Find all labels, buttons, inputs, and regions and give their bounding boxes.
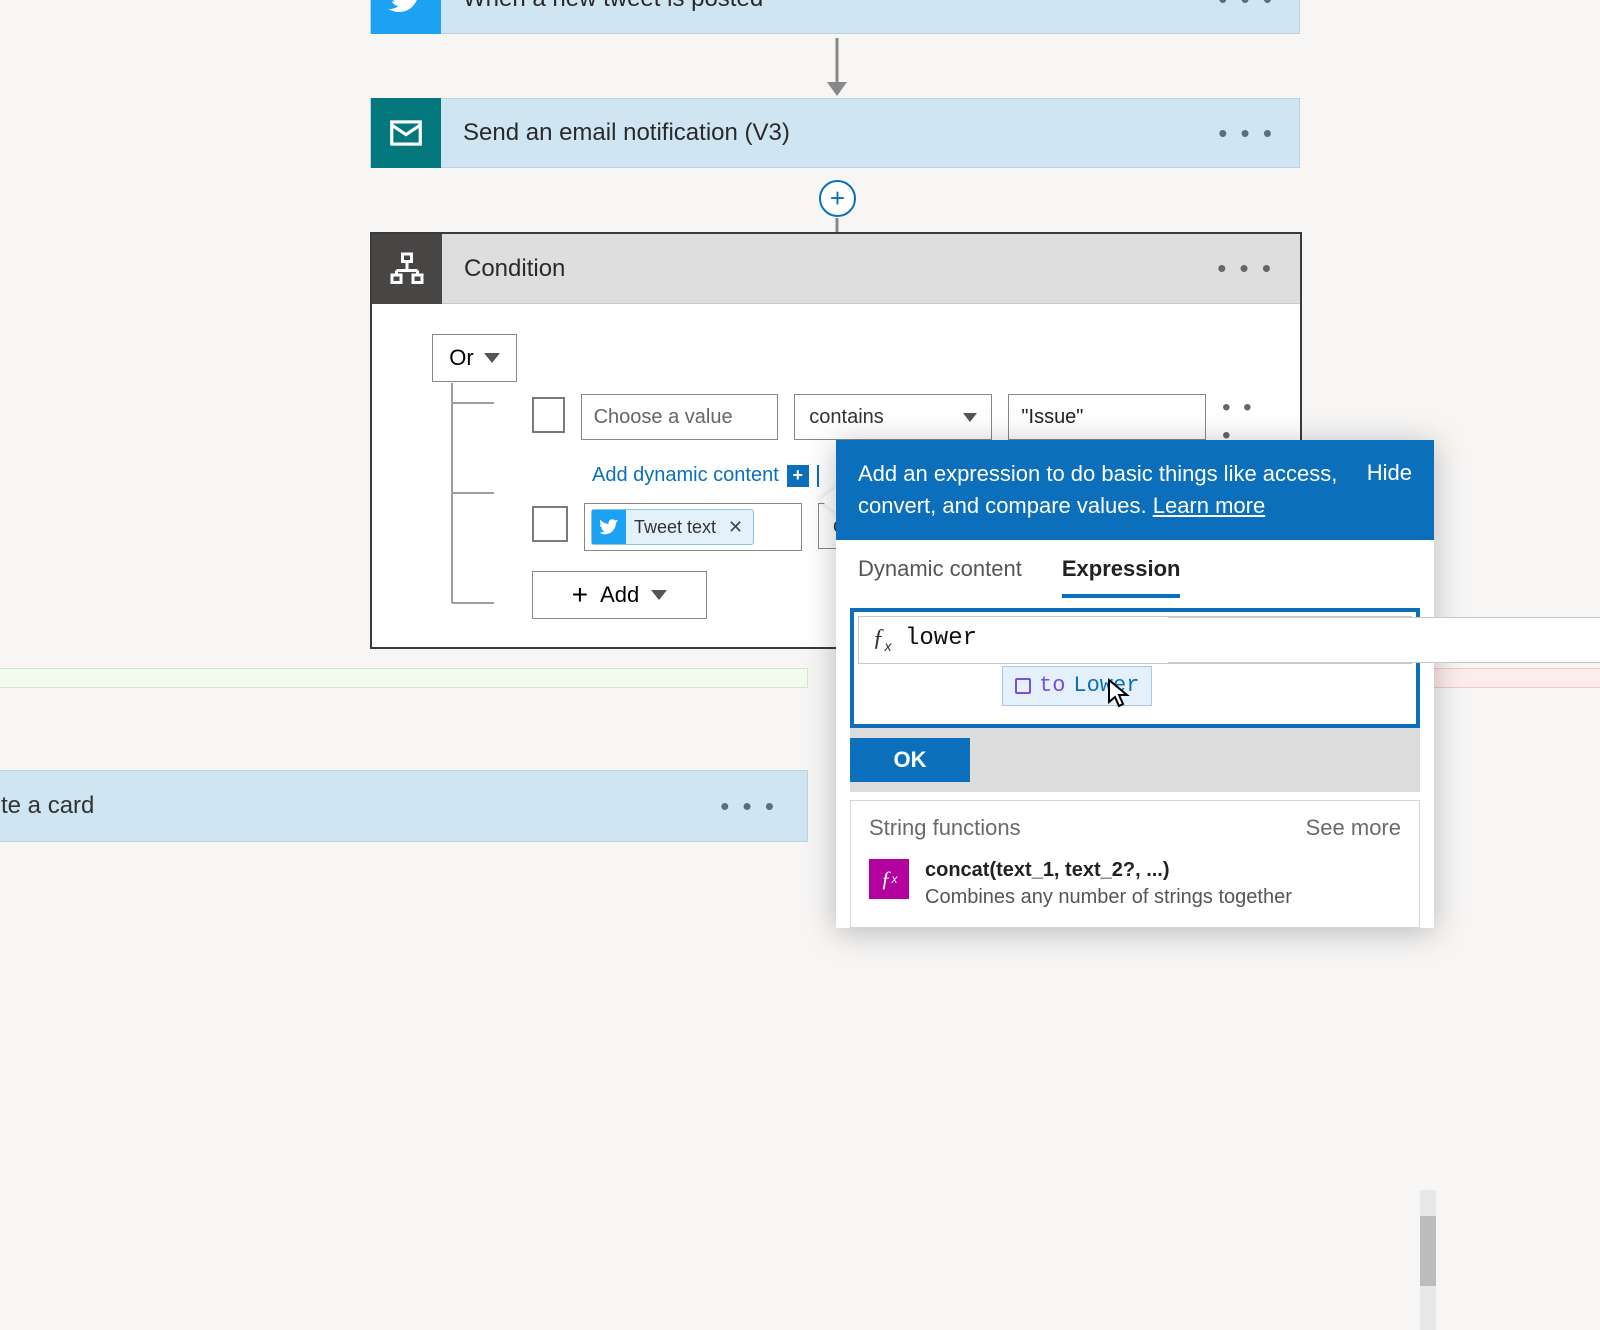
group-operator-dropdown[interactable]: Or: [432, 334, 517, 382]
chip-label: Tweet text: [634, 517, 716, 538]
choose-value-placeholder: Choose a value: [594, 406, 733, 429]
twitter-icon: [371, 0, 441, 34]
autocomplete-prefix: to: [1039, 673, 1065, 698]
yes-branch-bar: [0, 668, 808, 688]
group-operator-label: Or: [449, 345, 473, 371]
cursor-caret: [817, 465, 819, 487]
compare-value-input[interactable]: "Issue": [1008, 394, 1206, 440]
flyout-message: Add an expression to do basic things lik…: [858, 458, 1347, 522]
condition-header[interactable]: Condition • • •: [372, 234, 1300, 304]
action-email-card[interactable]: Send an email notification (V3) • • •: [370, 98, 1300, 168]
autocomplete-match: Lower: [1073, 673, 1139, 698]
condition-title: Condition: [464, 255, 1217, 283]
flyout-message-text: Add an expression to do basic things lik…: [858, 461, 1337, 518]
condition-icon: [372, 234, 442, 304]
fx-badge-icon: ƒx: [869, 859, 909, 899]
flow-arrow-icon: [815, 38, 859, 98]
add-dynamic-content-link[interactable]: Add dynamic content: [592, 464, 779, 487]
trigger-menu-dots[interactable]: • • •: [1218, 0, 1299, 15]
learn-more-link[interactable]: Learn more: [1153, 493, 1266, 518]
scrollbar-thumb[interactable]: [1420, 1216, 1436, 1286]
condition-menu-dots[interactable]: • • •: [1217, 253, 1300, 284]
dynamic-content-chip: Tweet text ✕: [591, 509, 754, 545]
expression-input-zone: ƒx lower toLower: [850, 608, 1420, 728]
add-dynamic-content-button[interactable]: +: [787, 465, 809, 487]
compare-value-text: "Issue": [1021, 406, 1083, 429]
function-group-title: String functions: [869, 815, 1021, 841]
expression-flyout: Add an expression to do basic things lik…: [836, 440, 1434, 928]
flyout-header: Add an expression to do basic things lik…: [836, 440, 1434, 540]
row-checkbox[interactable]: [532, 506, 568, 542]
flyout-tabs: Dynamic content Expression: [836, 540, 1434, 598]
function-icon: [1015, 678, 1031, 694]
chevron-down-icon: [651, 590, 667, 600]
autocomplete-suggestion[interactable]: to Lower: [1002, 666, 1152, 706]
operator-label: contains: [809, 406, 884, 429]
action-email-title: Send an email notification (V3): [463, 119, 1218, 147]
expression-input-extension[interactable]: [1168, 617, 1600, 663]
see-more-link[interactable]: See more: [1306, 815, 1401, 841]
action-card-partial[interactable]: te a card • • •: [0, 770, 808, 842]
fx-icon: ƒx: [859, 625, 905, 654]
choose-value-input[interactable]: Tweet text ✕: [584, 503, 802, 551]
hide-button[interactable]: Hide: [1367, 458, 1412, 486]
function-item[interactable]: ƒx concat(text_1, text_2?, ...) Combines…: [851, 851, 1419, 927]
email-icon: [371, 98, 441, 168]
add-step-button[interactable]: +: [819, 180, 856, 217]
trigger-title: When a new tweet is posted: [463, 0, 1218, 13]
ok-button[interactable]: OK: [850, 738, 970, 782]
chevron-down-icon: [484, 353, 500, 363]
action-email-menu-dots[interactable]: • • •: [1218, 118, 1299, 149]
scrollbar-track[interactable]: [1420, 1190, 1436, 1330]
tree-connector-lines: [450, 383, 510, 613]
function-list: String functions See more ƒx concat(text…: [850, 800, 1420, 928]
choose-value-input[interactable]: Choose a value: [581, 394, 779, 440]
trigger-card[interactable]: When a new tweet is posted • • •: [370, 0, 1300, 34]
add-condition-row-button[interactable]: + Add: [532, 571, 707, 619]
chevron-down-icon: [963, 413, 977, 422]
function-description: Combines any number of strings together: [925, 886, 1292, 909]
chip-remove-button[interactable]: ✕: [724, 517, 747, 538]
tab-expression[interactable]: Expression: [1062, 556, 1181, 598]
function-signature: concat(text_1, text_2?, ...): [925, 859, 1292, 882]
add-button-label: Add: [600, 582, 639, 608]
row-checkbox[interactable]: [532, 397, 565, 433]
plus-icon: +: [572, 579, 588, 611]
twitter-icon: [592, 510, 626, 544]
tab-dynamic-content[interactable]: Dynamic content: [858, 556, 1022, 598]
action-card-partial-title: te a card: [1, 792, 720, 820]
operator-dropdown[interactable]: contains: [794, 394, 992, 440]
action-card-menu-dots[interactable]: • • •: [720, 791, 807, 822]
